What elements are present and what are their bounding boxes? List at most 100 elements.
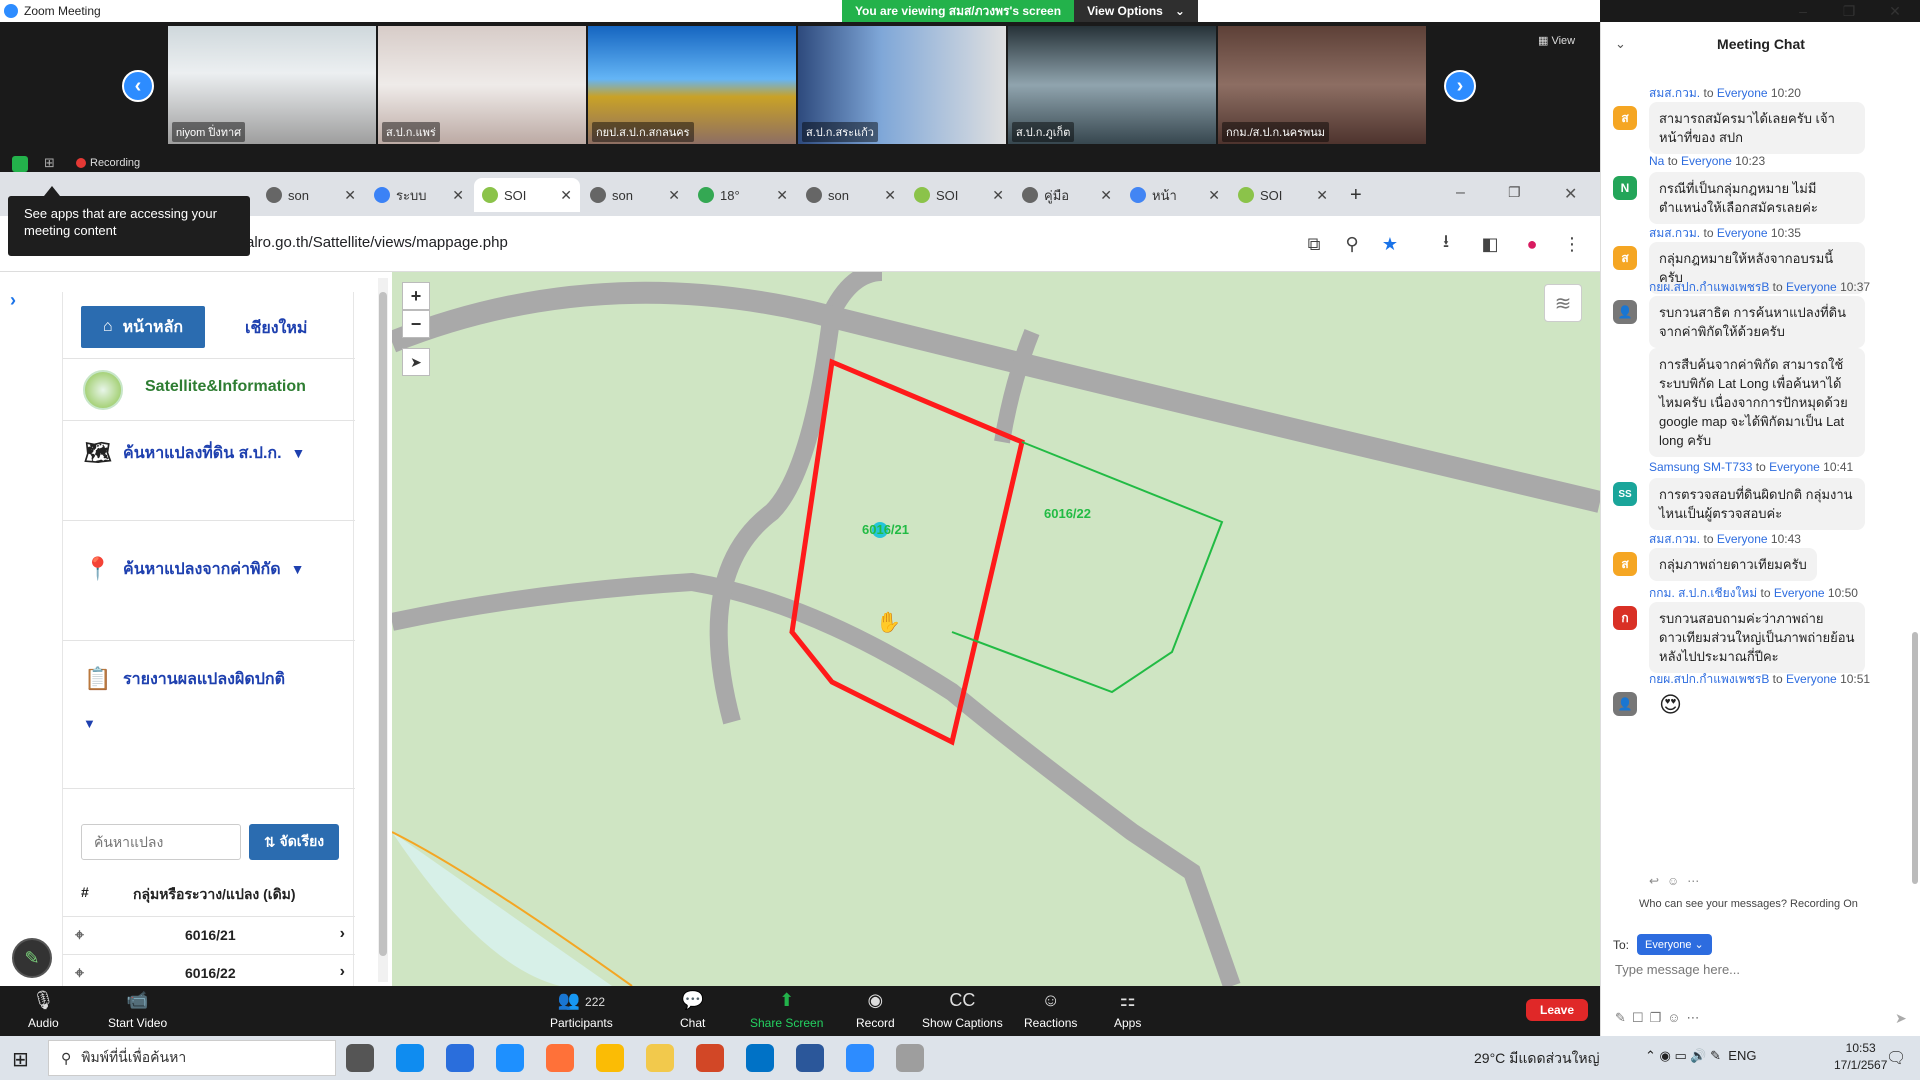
participant-video[interactable]: กยป.ส.ป.ก.สกลนคร (588, 26, 796, 144)
chrome-icon[interactable] (596, 1044, 624, 1072)
close-icon[interactable]: ✕ (1316, 187, 1328, 204)
view-button[interactable]: ▦ View (1538, 34, 1575, 47)
browser-tab[interactable]: SOI ✕ (1230, 178, 1336, 212)
close-icon[interactable]: ✕ (776, 187, 788, 204)
word-icon[interactable] (796, 1044, 824, 1072)
chevron-right-icon[interactable]: › (340, 963, 345, 981)
who-can-see-link[interactable]: Who can see your messages? Recording On (1639, 898, 1858, 910)
province-link[interactable]: เชียงใหม่ (245, 316, 307, 341)
send-icon[interactable]: ➤ (1895, 1010, 1907, 1027)
paint-icon[interactable] (896, 1044, 924, 1072)
scrollbar-thumb[interactable] (379, 292, 387, 956)
browser-tab[interactable]: ระบบ ✕ (366, 178, 472, 212)
zoom-out-button[interactable]: − (402, 310, 430, 338)
browser-tab[interactable]: son ✕ (582, 178, 688, 212)
firefox-icon[interactable] (546, 1044, 574, 1072)
close-icon[interactable]: ✕ (992, 187, 1004, 204)
menu-abnormal-report[interactable]: 📋 รายงานผลแปลงผิดปกติ (83, 664, 285, 694)
browser-tab[interactable]: SOI ✕ (906, 178, 1012, 212)
message-actions[interactable]: ↩☺⋯ (1649, 874, 1707, 888)
menu-search-plot[interactable]: 🗺 ค้นหาแปลงที่ดิน ส.ป.ก. ▼ (83, 438, 305, 468)
chevron-right-icon[interactable]: › (10, 290, 16, 311)
file-explorer-icon[interactable] (646, 1044, 674, 1072)
zoom-icon[interactable]: ⚲ (1340, 232, 1364, 256)
sort-button[interactable]: ⇅ จัดเรียง (249, 824, 339, 860)
chevron-down-icon[interactable]: ▼ (83, 716, 96, 731)
close-icon[interactable]: ✕ (1100, 187, 1112, 204)
browser-tab[interactable]: son ✕ (258, 178, 364, 212)
system-tray[interactable]: ⌃ ◉ ▭ 🔊 ✎ ENG (1645, 1048, 1756, 1064)
locate-icon[interactable]: ⌖ (75, 965, 84, 983)
powerpoint-icon[interactable] (696, 1044, 724, 1072)
show-captions-button[interactable]: CC Show Captions (922, 990, 1003, 1030)
previous-page-arrow[interactable]: ‹ (122, 70, 154, 102)
apps-button[interactable]: ⚏ Apps (1114, 990, 1141, 1030)
mail-icon[interactable] (746, 1044, 774, 1072)
star-icon[interactable]: ★ (1378, 232, 1402, 256)
language-indicator[interactable]: ENG (1728, 1048, 1756, 1063)
translate-icon[interactable]: ⧉ (1302, 232, 1326, 256)
restore-button[interactable]: ❐ (1508, 184, 1521, 201)
taskbar-search-box[interactable]: ⚲ พิมพ์ที่นี่เพื่อค้นหา (48, 1040, 336, 1076)
locate-me-icon[interactable]: ➤ (402, 348, 430, 376)
ie-icon[interactable] (496, 1044, 524, 1072)
map-canvas[interactable]: 6016/21 6016/22 + − ➤ ≋ ✋ (392, 272, 1600, 986)
minimize-button[interactable]: – (1780, 0, 1826, 22)
browser-tab-active[interactable]: SOI ✕ (474, 178, 580, 212)
close-icon[interactable]: ✕ (884, 187, 896, 204)
plot-search-input[interactable] (81, 824, 241, 860)
share-screen-button[interactable]: ⬆ Share Screen (750, 990, 823, 1030)
chevron-right-icon[interactable]: › (340, 925, 345, 943)
message-input[interactable]: Type message here... (1615, 962, 1905, 977)
clock[interactable]: 10:53 17/1/2567 (1834, 1040, 1887, 1074)
zoom-app-icon[interactable] (846, 1044, 874, 1072)
record-button[interactable]: ◉ Record (856, 990, 895, 1030)
browser-tab[interactable]: คู่มือ ✕ (1014, 178, 1120, 212)
windows-start-icon[interactable]: ⊞ (12, 1047, 29, 1072)
chat-scrollbar[interactable] (1912, 632, 1918, 884)
pencil-icon[interactable]: ✎ (12, 938, 52, 978)
home-button[interactable]: ⌂ หน้าหลัก (81, 306, 205, 348)
weather-widget[interactable]: 29°C มีแดดส่วนใหญ่ (1474, 1048, 1600, 1070)
leave-button[interactable]: Leave (1526, 999, 1589, 1021)
notification-icon[interactable]: 🗨 (1886, 1048, 1906, 1068)
participants-button[interactable]: 👥 222 Participants (550, 990, 613, 1030)
edge-icon[interactable] (396, 1044, 424, 1072)
close-button[interactable]: ✕ (1872, 0, 1918, 22)
view-options-button[interactable]: View Options ⌄ (1074, 0, 1198, 22)
layers-icon[interactable]: ≋ (1544, 284, 1582, 322)
recipient-dropdown[interactable]: Everyone ⌄ (1637, 934, 1712, 955)
reactions-button[interactable]: ☺ Reactions (1024, 990, 1077, 1030)
sidebar-scrollbar[interactable] (378, 278, 388, 982)
close-icon[interactable]: ✕ (668, 187, 680, 204)
task-view-icon[interactable] (346, 1044, 374, 1072)
close-button[interactable]: ✕ (1564, 184, 1577, 204)
restore-button[interactable]: ❐ (1826, 0, 1872, 22)
profile-icon[interactable]: ● (1520, 232, 1544, 256)
menu-search-coordinate[interactable]: 📍 ค้นหาแปลงจากค่าพิกัด ▼ (83, 554, 304, 584)
participant-video[interactable]: ส.ป.ก.ภูเก็ต (1008, 26, 1216, 144)
store-icon[interactable] (446, 1044, 474, 1072)
chat-tools[interactable]: ✎☐❐☺⋯ (1615, 1010, 1705, 1026)
close-icon[interactable]: ✕ (452, 187, 464, 204)
start-video-button[interactable]: 📹 Start Video (108, 990, 167, 1030)
side-panel-icon[interactable]: ◧ (1478, 232, 1502, 256)
chat-button[interactable]: 💬 Chat (680, 990, 705, 1030)
locate-icon[interactable]: ⌖ (75, 927, 84, 945)
audio-button[interactable]: 🎙 Audio (28, 990, 59, 1030)
browser-tab[interactable]: son ✕ (798, 178, 904, 212)
close-icon[interactable]: ✕ (1208, 187, 1220, 204)
close-icon[interactable]: ✕ (560, 187, 572, 204)
next-page-arrow[interactable]: › (1444, 70, 1476, 102)
browser-tab[interactable]: 18° ✕ (690, 178, 796, 212)
zoom-in-button[interactable]: + (402, 282, 430, 310)
close-icon[interactable]: ✕ (344, 187, 356, 204)
new-tab-button[interactable]: + (1350, 184, 1362, 207)
download-icon[interactable]: ⭳ (1434, 231, 1458, 256)
apps-grid-icon[interactable]: ⊞ (44, 155, 55, 171)
menu-icon[interactable]: ⋮ (1560, 232, 1584, 256)
participant-video[interactable]: niyom ปิ่งทาศ (168, 26, 376, 144)
participant-video[interactable]: ส.ป.ก.แพร่ (378, 26, 586, 144)
minimize-button[interactable]: – (1456, 184, 1465, 202)
shield-icon[interactable] (12, 156, 28, 172)
